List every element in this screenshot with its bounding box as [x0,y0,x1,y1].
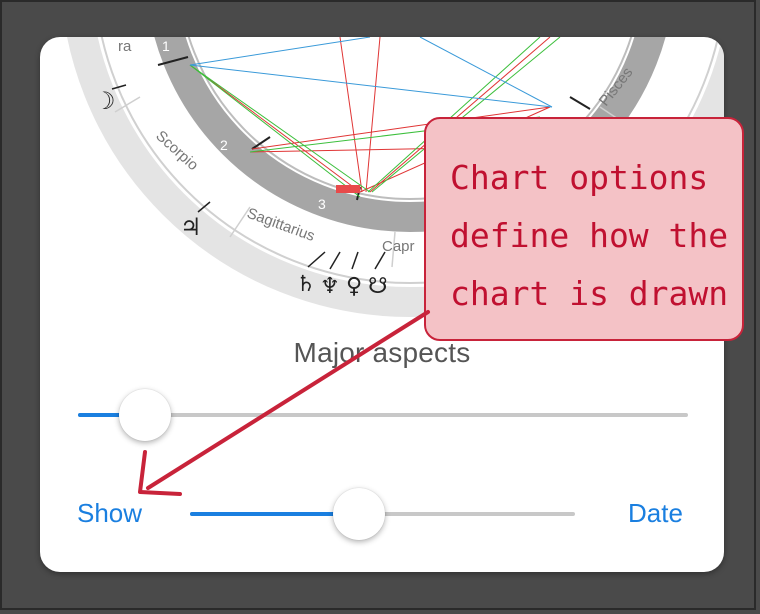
sign-label-capricorn: Capr [382,238,415,255]
moon-icon: ☽ [94,87,116,115]
house-number-2: 2 [220,137,228,153]
neptune-icon: ♆ [320,274,340,299]
callout-line-3: chart is drawn [450,274,729,313]
date-button[interactable]: Date [628,498,683,529]
south-node-icon: ☋ [368,274,388,299]
house-number-1: 1 [162,38,170,54]
annotation-callout: Chart options define how the chart is dr… [424,117,744,341]
sign-label-partial: ra [118,38,132,55]
date-scrub-slider[interactable] [190,488,575,540]
saturn-icon: ♄ [296,272,316,297]
aspect-highlight [336,185,360,193]
house-number-3: 3 [318,196,326,212]
venus-icon: ♀ [346,274,362,299]
jupiter-icon: ♃ [180,213,202,241]
slider-thumb[interactable] [119,389,172,441]
aspect-lines-blue [189,37,553,108]
callout-line-2: define how the [450,216,729,255]
major-aspects-title: Major aspects [293,337,471,368]
slider-thumb[interactable] [333,488,386,540]
callout-line-1: Chart options [450,158,709,197]
major-aspects-slider[interactable] [78,389,688,441]
house-number-9: 9 [588,39,606,54]
show-button[interactable]: Show [77,498,142,529]
